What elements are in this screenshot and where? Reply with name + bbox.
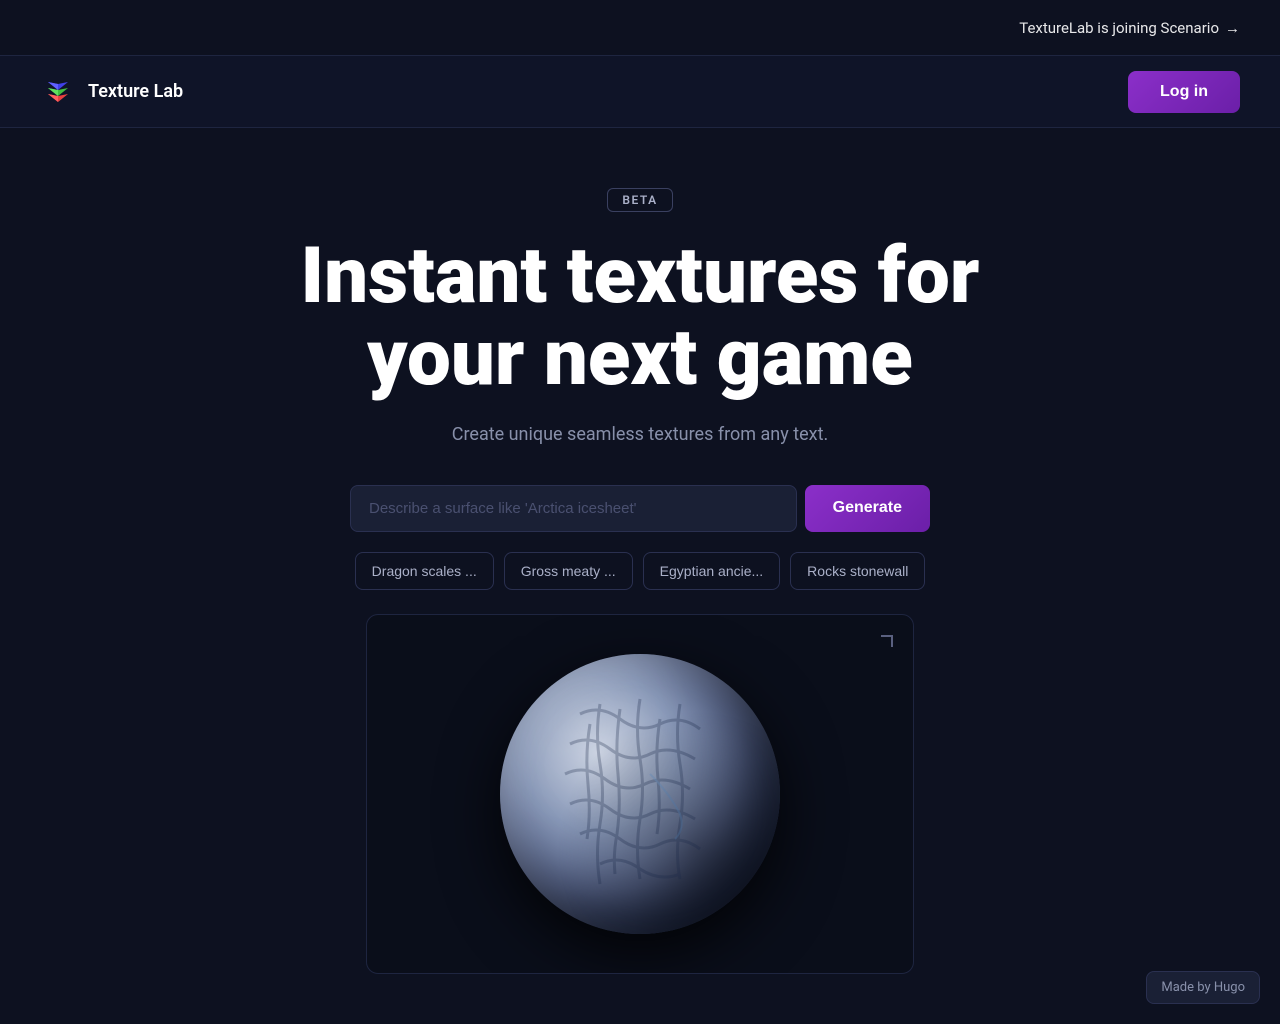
chip-rocks-stonewall[interactable]: Rocks stonewall	[790, 552, 925, 590]
beta-badge: BETA	[607, 188, 672, 212]
logo-area: Texture Lab	[40, 74, 183, 110]
search-area: Generate	[350, 485, 930, 532]
hero-title-line1: Instant textures for	[301, 231, 980, 322]
hero-title-line2: your next game	[367, 313, 913, 404]
announcement-link[interactable]: TextureLab is joining Scenario →	[1019, 19, 1240, 37]
navbar: Texture Lab Log in	[0, 56, 1280, 128]
announcement-arrow: →	[1225, 19, 1240, 37]
texture-sphere	[500, 654, 780, 934]
chip-egyptian[interactable]: Egyptian ancie...	[643, 552, 781, 590]
login-button[interactable]: Log in	[1128, 71, 1240, 113]
brain-texture-svg	[500, 654, 780, 934]
hero-subtitle: Create unique seamless textures from any…	[452, 424, 828, 445]
logo-icon	[40, 74, 76, 110]
made-by-badge: Made by Hugo	[1146, 971, 1260, 1004]
announcement-bar: TextureLab is joining Scenario →	[0, 0, 1280, 56]
main-content: BETA Instant textures for your next game…	[0, 128, 1280, 974]
chip-gross-meaty[interactable]: Gross meaty ...	[504, 552, 633, 590]
suggestion-chips: Dragon scales ... Gross meaty ... Egypti…	[355, 552, 926, 590]
chip-dragon-scales[interactable]: Dragon scales ...	[355, 552, 494, 590]
preview-area	[366, 614, 914, 974]
announcement-text: TextureLab is joining Scenario	[1019, 19, 1219, 37]
hero-title: Instant textures for your next game	[301, 236, 980, 400]
search-input[interactable]	[350, 485, 797, 532]
generate-button[interactable]: Generate	[805, 485, 930, 532]
preview-corner-icon	[873, 635, 893, 655]
sphere-container	[480, 634, 800, 954]
logo-text: Texture Lab	[88, 81, 183, 102]
